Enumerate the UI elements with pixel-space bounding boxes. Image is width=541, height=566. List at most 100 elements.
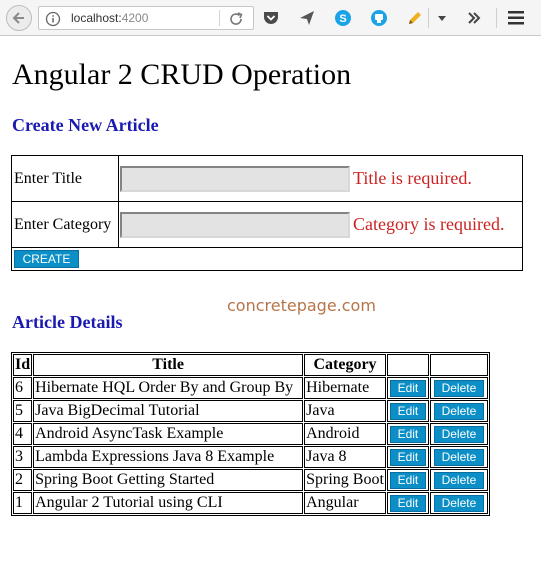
dropdown-arrow-icon <box>438 16 446 21</box>
delete-cell: Delete <box>429 469 488 491</box>
table-row: 3 Lambda Expressions Java 8 Example Java 8… <box>13 446 488 468</box>
category-label: Enter Category <box>11 201 119 248</box>
category-cell: Hibernate <box>304 377 386 399</box>
hamburger-menu-icon <box>508 11 524 25</box>
create-row: CREATE <box>11 247 523 271</box>
pocket-button[interactable] <box>261 8 281 28</box>
column-header-id: Id <box>13 354 33 376</box>
edit-button[interactable]: Edit <box>389 403 427 420</box>
category-cell: Java <box>304 400 386 422</box>
category-error: Category is required. <box>353 214 505 234</box>
delete-cell: Delete <box>429 492 488 514</box>
column-header-delete <box>429 354 488 376</box>
category-cell: Spring Boot <box>304 469 386 491</box>
table-row: 6 Hibernate HQL Order By and Group By Hibe… <box>13 377 488 399</box>
overflow-button[interactable] <box>464 8 484 28</box>
edit-cell: Edit <box>386 377 429 399</box>
create-button[interactable]: CREATE <box>14 250 79 268</box>
title-cell: Spring Boot Getting Started <box>33 469 304 491</box>
bookmark-icon <box>371 10 387 26</box>
url-text[interactable]: localhost:4200 <box>71 11 148 25</box>
column-header-edit <box>386 354 429 376</box>
table-row: 2 Spring Boot Getting Started Spring Boot E… <box>13 469 488 491</box>
category-row: Enter Category Category is required. <box>11 201 523 248</box>
bookmark-button[interactable] <box>369 8 389 28</box>
dropdown-button[interactable] <box>432 8 452 28</box>
table-row: 4 Android AsyncTask Example Android Edit Del… <box>13 423 488 445</box>
delete-cell: Delete <box>429 400 488 422</box>
toolbar-divider <box>428 8 429 28</box>
info-icon[interactable] <box>45 11 61 27</box>
delete-cell: Delete <box>429 377 488 399</box>
edit-cell: Edit <box>386 423 429 445</box>
edit-button[interactable]: Edit <box>389 426 427 443</box>
category-input-cell: Category is required. <box>118 201 523 248</box>
title-input-cell: Title is required. <box>118 155 523 202</box>
title-row: Enter Title Title is required. <box>11 155 523 202</box>
edit-cell: Edit <box>386 400 429 422</box>
back-arrow-icon <box>12 12 24 24</box>
table-row: 1 Angular 2 Tutorial using CLI Angular Edit… <box>13 492 488 514</box>
edit-cell: Edit <box>386 492 429 514</box>
articles-table: Id Title Category 6 Hibernate HQL Order B… <box>11 352 490 516</box>
skype-icon: S <box>335 10 351 26</box>
id-cell: 3 <box>13 446 33 468</box>
articles-table-body: 6 Hibernate HQL Order By and Group By Hibe… <box>13 377 488 514</box>
toolbar-divider <box>496 8 497 28</box>
address-bar[interactable]: localhost:4200 <box>38 6 254 30</box>
title-error: Title is required. <box>353 168 472 188</box>
category-input[interactable] <box>120 211 350 238</box>
overflow-chevrons-icon <box>468 12 481 24</box>
edit-cell: Edit <box>386 446 429 468</box>
edit-button[interactable]: Edit <box>389 449 427 466</box>
send-icon <box>300 11 314 25</box>
create-article-heading: Create New Article <box>12 115 159 135</box>
pencil-icon <box>409 12 421 24</box>
category-cell: Java 8 <box>304 446 386 468</box>
back-button[interactable] <box>6 5 32 31</box>
category-cell: Android <box>304 423 386 445</box>
edit-button[interactable]: Edit <box>389 472 427 489</box>
svg-text:S: S <box>339 13 346 25</box>
send-button[interactable] <box>297 8 317 28</box>
menu-button[interactable] <box>506 8 526 28</box>
delete-button[interactable]: Delete <box>433 449 485 466</box>
title-label: Enter Title <box>11 155 119 202</box>
id-cell: 5 <box>13 400 33 422</box>
edit-button[interactable]: Edit <box>389 380 427 397</box>
page-title: Angular 2 CRUD Operation <box>12 58 352 91</box>
column-header-category: Category <box>304 354 386 376</box>
id-cell: 2 <box>13 469 33 491</box>
reload-icon[interactable] <box>227 10 245 28</box>
skype-button[interactable]: S <box>333 8 353 28</box>
delete-button[interactable]: Delete <box>433 403 485 420</box>
create-article-form: Enter Title Title is required. Enter Cat… <box>11 155 523 271</box>
edit-cell: Edit <box>386 469 429 491</box>
table-header-row: Id Title Category <box>13 354 488 376</box>
create-cell: CREATE <box>11 247 523 271</box>
delete-button[interactable]: Delete <box>433 380 485 397</box>
title-cell: Lambda Expressions Java 8 Example <box>33 446 304 468</box>
article-details-heading: Article Details <box>12 312 123 332</box>
table-row: 5 Java BigDecimal Tutorial Java Edit Delete <box>13 400 488 422</box>
id-cell: 4 <box>13 423 33 445</box>
pocket-icon <box>264 12 278 24</box>
url-separator <box>219 10 220 26</box>
delete-button[interactable]: Delete <box>433 472 485 489</box>
edit-button[interactable]: Edit <box>389 495 427 512</box>
delete-cell: Delete <box>429 423 488 445</box>
id-cell: 1 <box>13 492 33 514</box>
category-cell: Angular <box>304 492 386 514</box>
title-cell: Android AsyncTask Example <box>33 423 304 445</box>
title-input[interactable] <box>120 165 350 192</box>
watermark-text: concretepage.com <box>227 296 376 315</box>
id-cell: 6 <box>13 377 33 399</box>
title-cell: Hibernate HQL Order By and Group By <box>33 377 304 399</box>
pencil-button[interactable] <box>405 8 425 28</box>
delete-button[interactable]: Delete <box>433 426 485 443</box>
title-cell: Angular 2 Tutorial using CLI <box>33 492 304 514</box>
column-header-title: Title <box>33 354 304 376</box>
delete-cell: Delete <box>429 446 488 468</box>
delete-button[interactable]: Delete <box>433 495 485 512</box>
title-cell: Java BigDecimal Tutorial <box>33 400 304 422</box>
